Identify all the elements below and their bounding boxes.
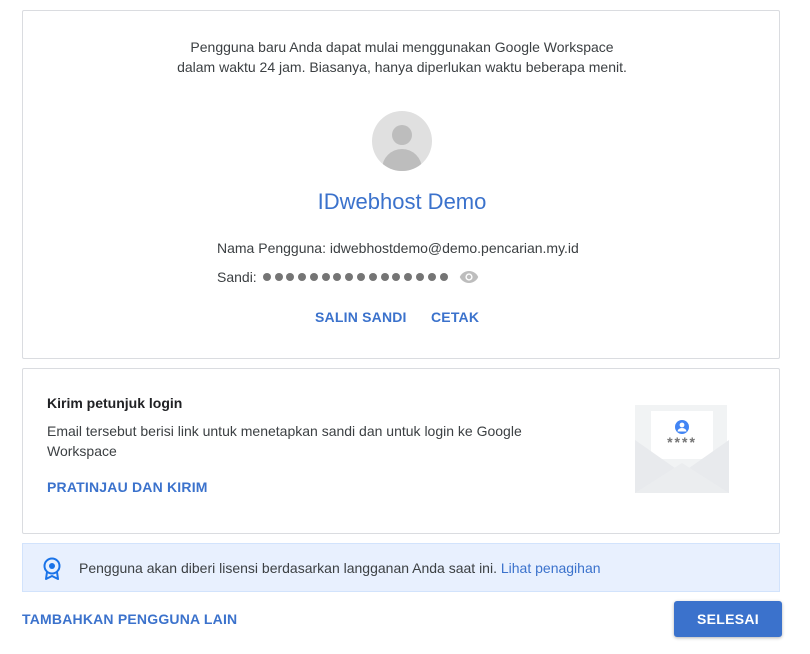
eye-icon[interactable] [459,270,479,284]
password-dot [439,273,448,281]
envelope-mask-text: **** [667,434,697,450]
person-icon [392,125,412,145]
password-dot [333,273,342,281]
license-banner: Pengguna akan diberi lisensi berdasarkan… [22,543,780,592]
password-row: Sandi: [217,269,479,285]
password-dot [309,273,318,281]
done-button[interactable]: SELESAI [674,601,782,637]
username-value: idwebhostdemo@demo.pencarian.my.id [329,240,579,256]
intro-text: Pengguna baru Anda dapat mulai menggunak… [177,39,627,75]
print-button[interactable]: CETAK [431,309,479,325]
person-icon-body [382,149,422,171]
password-dot [404,273,413,281]
password-mask [262,273,452,281]
password-dot [416,273,425,281]
copy-password-button[interactable]: SALIN SANDI [315,309,407,325]
login-card-title: Kirim petunjuk login [47,395,183,411]
user-info-card: Pengguna baru Anda dapat mulai menggunak… [22,10,780,359]
password-dot [286,273,295,281]
user-display-name: IDwebhost Demo [317,189,487,214]
add-another-user-button[interactable]: TAMBAHKAN PENGGUNA LAIN [22,611,237,627]
password-dot [368,273,377,281]
password-dot [274,273,283,281]
license-message-row: Pengguna akan diberi lisensi berdasarkan… [79,560,601,576]
license-message: Pengguna akan diberi lisensi berdasarkan… [79,560,497,576]
avatar [372,111,432,171]
password-label: Sandi: [217,269,257,285]
password-dot [298,273,307,281]
password-dot [345,273,354,281]
username-row: Nama Pengguna: idwebhostdemo@demo.pencar… [217,240,579,256]
password-dot [321,273,330,281]
password-dot [427,273,436,281]
license-badge-icon [41,557,63,581]
envelope-icon: **** [623,403,733,497]
login-instructions-card: Kirim petunjuk login Email tersebut beri… [22,368,780,534]
username-label: Nama Pengguna: [217,240,326,256]
login-card-description: Email tersebut berisi link untuk menetap… [47,423,522,459]
password-dot [357,273,366,281]
password-dot [262,273,271,281]
password-dot [380,273,389,281]
password-dot [392,273,401,281]
preview-and-send-button[interactable]: PRATINJAU DAN KIRIM [47,479,208,495]
view-billing-link[interactable]: Lihat penagihan [501,560,601,576]
